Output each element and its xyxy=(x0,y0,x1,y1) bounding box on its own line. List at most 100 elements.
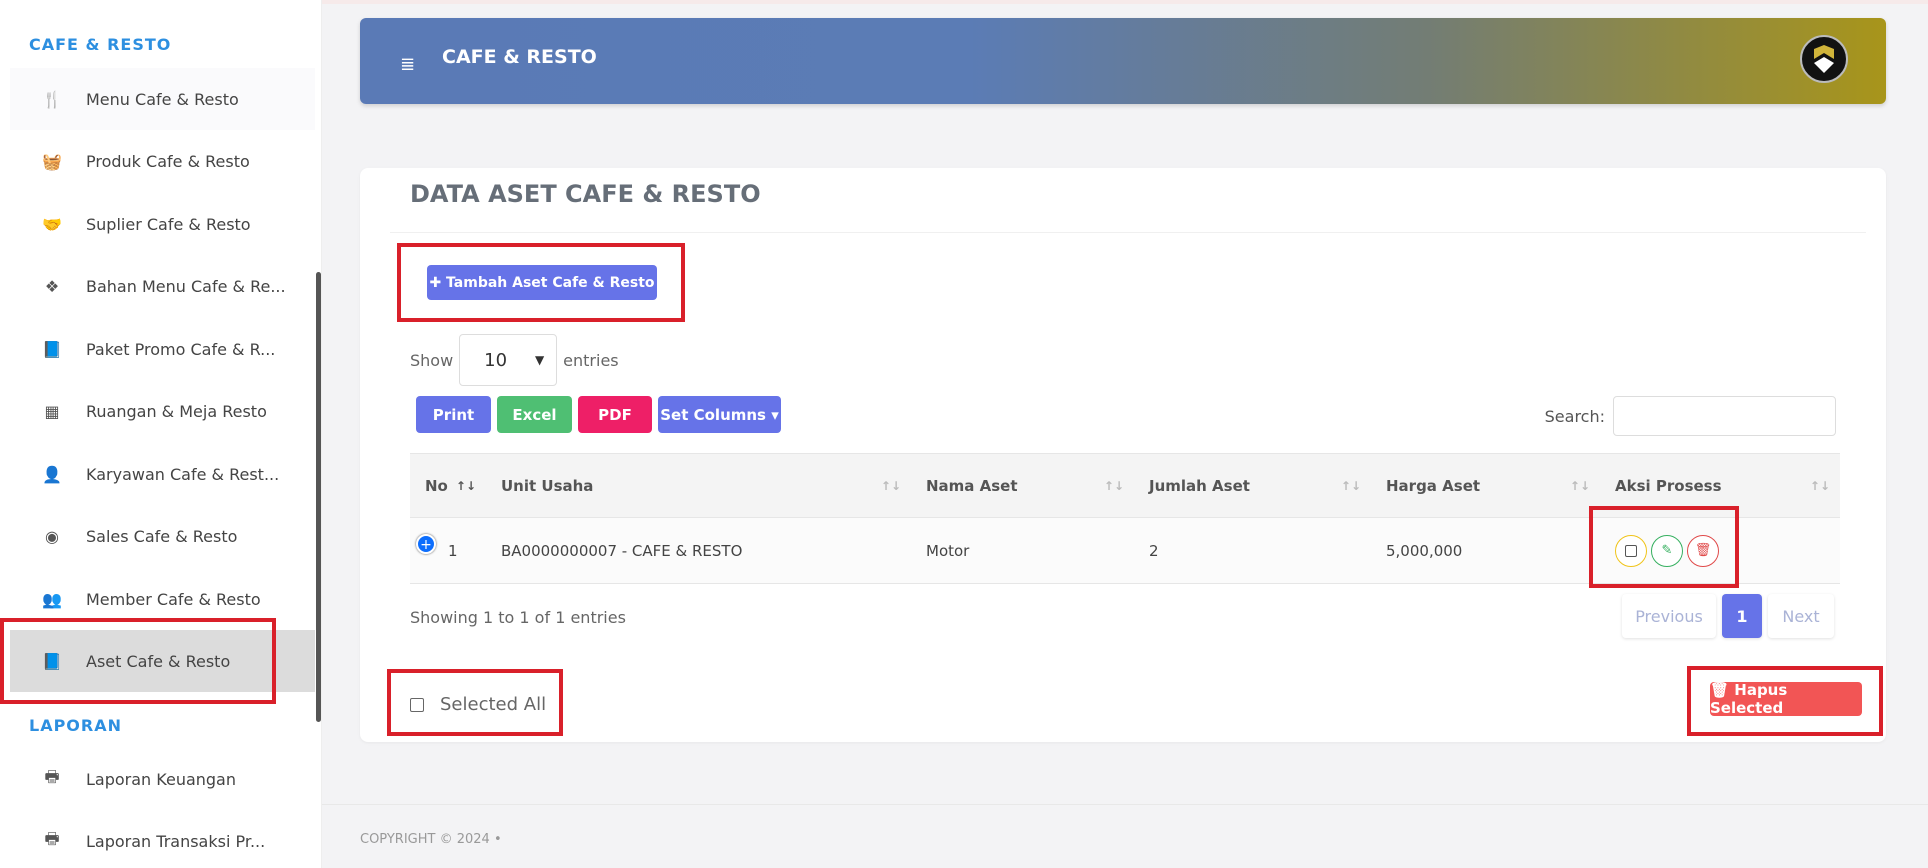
utensils-icon: 🍴 xyxy=(42,89,62,109)
add-asset-button[interactable]: ✚ Tambah Aset Cafe & Resto xyxy=(427,265,657,300)
cell-unit-usaha: BA0000000007 - CAFE & RESTO xyxy=(486,517,911,584)
sidebar-item-label: Produk Cafe & Resto xyxy=(86,151,250,171)
sidebar-item-menu[interactable]: 🍴 Menu Cafe & Resto xyxy=(10,68,315,130)
sidebar-item-aset[interactable]: 📘 Aset Cafe & Resto xyxy=(10,630,315,692)
sidebar-section-laporan: LAPORAN xyxy=(29,716,122,735)
delete-selected-button[interactable]: 🗑 Hapus Selected xyxy=(1710,681,1862,717)
divider xyxy=(390,232,1866,233)
sidebar-scrollbar[interactable] xyxy=(316,272,321,722)
page-title: DATA ASET CAFE & RESTO xyxy=(410,180,761,208)
sort-icon: ↑↓ xyxy=(1340,479,1361,493)
sidebar-item-bahan-menu[interactable]: ❖ Bahan Menu Cafe & Re... xyxy=(10,255,315,317)
select-all-checkbox[interactable] xyxy=(410,697,424,712)
edit-icon: ✎ xyxy=(1661,543,1673,558)
sidebar-item-sales[interactable]: ◉ Sales Cafe & Resto xyxy=(10,505,315,567)
search-input[interactable] xyxy=(1613,396,1836,436)
search-control: Search: xyxy=(1545,396,1836,436)
cell-jumlah-aset: 2 xyxy=(1134,517,1371,584)
row-select-checkbox[interactable] xyxy=(1615,534,1647,567)
user-tie-icon: 👤 xyxy=(42,464,62,484)
building-icon: ▦ xyxy=(44,401,60,421)
table-row: + 1 BA0000000007 - CAFE & RESTO Motor 2 … xyxy=(410,517,1840,584)
basket-icon: 🧺 xyxy=(42,151,62,171)
footer-copyright: COPYRIGHT © 2024 • xyxy=(360,832,502,847)
sidebar-item-suplier[interactable]: 🤝 Suplier Cafe & Resto xyxy=(10,193,315,255)
page-1-button[interactable]: 1 xyxy=(1722,594,1762,638)
cell-harga-aset: 5,000,000 xyxy=(1371,517,1600,584)
sidebar-item-ruangan-meja[interactable]: ▦ Ruangan & Meja Resto xyxy=(10,380,315,442)
column-header-no[interactable]: No ↑↓ xyxy=(410,453,486,518)
cell-nama-aset: Motor xyxy=(911,517,1134,584)
sidebar-item-laporan-keuangan[interactable]: 🖶 Laporan Keuangan xyxy=(10,748,315,810)
delete-button[interactable]: 🗑 xyxy=(1687,534,1719,567)
show-label: Show xyxy=(410,350,454,370)
excel-button[interactable]: Excel xyxy=(497,396,572,433)
footer-divider xyxy=(322,804,1928,805)
previous-page-button[interactable]: Previous xyxy=(1622,594,1716,638)
avatar[interactable] xyxy=(1800,35,1848,83)
sort-icon: ↑↓ xyxy=(1809,479,1830,493)
print-button[interactable]: Print xyxy=(416,396,491,433)
trash-icon: 🗑 xyxy=(1694,543,1712,558)
user-circle-icon: ◉ xyxy=(45,526,59,546)
export-buttons: Print Excel PDF Set Columns ▾ xyxy=(416,396,781,433)
edit-button[interactable]: ✎ xyxy=(1651,534,1683,567)
hamburger-menu-icon[interactable]: ≣ xyxy=(400,54,415,75)
next-page-button[interactable]: Next xyxy=(1768,594,1834,638)
column-header-harga-aset[interactable]: Harga Aset ↑↓ xyxy=(1371,453,1600,518)
cubes-icon: ❖ xyxy=(44,276,60,296)
set-columns-button[interactable]: Set Columns ▾ xyxy=(658,396,781,433)
top-accent-line xyxy=(322,0,1928,4)
header-title: CAFE & RESTO xyxy=(442,46,597,68)
entries-value: 10 xyxy=(484,349,508,371)
cell-no: 1 xyxy=(448,541,458,560)
assets-table: No ↑↓ Unit Usaha ↑↓ Nama Aset ↑↓ Jumlah Ase… xyxy=(410,453,1840,584)
column-header-nama-aset[interactable]: Nama Aset ↑↓ xyxy=(911,453,1134,518)
column-header-jumlah-aset[interactable]: Jumlah Aset ↑↓ xyxy=(1134,453,1371,518)
sidebar-item-label: Laporan Transaksi Pr... xyxy=(86,831,266,851)
chevron-down-icon: ▼ xyxy=(534,353,545,367)
entries-label: entries xyxy=(563,350,619,370)
sidebar-item-label: Bahan Menu Cafe & Re... xyxy=(86,276,286,296)
sidebar-item-label: Laporan Keuangan xyxy=(86,769,236,789)
column-header-unit-usaha[interactable]: Unit Usaha ↑↓ xyxy=(486,453,911,518)
sidebar-item-label: Suplier Cafe & Resto xyxy=(86,214,251,234)
sort-icon: ↑↓ xyxy=(1103,479,1124,493)
sidebar-item-label: Member Cafe & Resto xyxy=(86,589,261,609)
entries-length-control: Show 10 ▼ entries xyxy=(410,334,619,386)
entries-select[interactable]: 10 ▼ xyxy=(459,334,558,386)
search-label: Search: xyxy=(1544,406,1605,426)
checkbox-icon xyxy=(1625,544,1637,557)
pdf-button[interactable]: PDF xyxy=(578,396,652,433)
sidebar: CAFE & RESTO 🍴 Menu Cafe & Resto 🧺 Produ… xyxy=(0,0,322,868)
top-header: ≣ CAFE & RESTO xyxy=(360,18,1886,104)
select-all-control[interactable]: Selected All xyxy=(410,694,546,715)
sidebar-item-laporan-transaksi[interactable]: 🖶 Laporan Transaksi Pr... xyxy=(10,810,315,868)
sidebar-item-label: Karyawan Cafe & Rest... xyxy=(86,464,280,484)
sidebar-item-produk[interactable]: 🧺 Produk Cafe & Resto xyxy=(10,130,315,192)
expand-row-icon[interactable]: + xyxy=(416,534,436,554)
table-info: Showing 1 to 1 of 1 entries xyxy=(410,608,626,627)
print-icon: 🖶 xyxy=(44,828,60,848)
handshake-icon: 🤝 xyxy=(42,214,62,234)
sort-icon: ↑↓ xyxy=(455,479,476,493)
column-header-aksi[interactable]: Aksi Prosess ↑↓ xyxy=(1600,453,1840,518)
sidebar-item-label: Aset Cafe & Resto xyxy=(86,651,231,671)
users-icon: 👥 xyxy=(42,589,62,609)
sort-icon: ↑↓ xyxy=(880,479,901,493)
logo-icon xyxy=(1814,45,1834,73)
select-all-label: Selected All xyxy=(440,694,547,715)
print-icon: 🖶 xyxy=(44,766,60,786)
sidebar-item-label: Menu Cafe & Resto xyxy=(86,89,239,109)
pagination: Previous 1 Next xyxy=(1622,594,1834,638)
sidebar-item-label: Sales Cafe & Resto xyxy=(86,526,238,546)
book-icon: 📘 xyxy=(42,339,62,359)
row-actions: ✎ 🗑 xyxy=(1615,534,1840,567)
book-icon: 📘 xyxy=(42,651,62,671)
sidebar-item-label: Ruangan & Meja Resto xyxy=(86,401,267,421)
sidebar-item-member[interactable]: 👥 Member Cafe & Resto xyxy=(10,568,315,630)
sidebar-item-karyawan[interactable]: 👤 Karyawan Cafe & Rest... xyxy=(10,443,315,505)
sidebar-item-paket-promo[interactable]: 📘 Paket Promo Cafe & R... xyxy=(10,318,315,380)
sidebar-section-cafe: CAFE & RESTO xyxy=(29,35,172,54)
sidebar-item-label: Paket Promo Cafe & R... xyxy=(86,339,276,359)
